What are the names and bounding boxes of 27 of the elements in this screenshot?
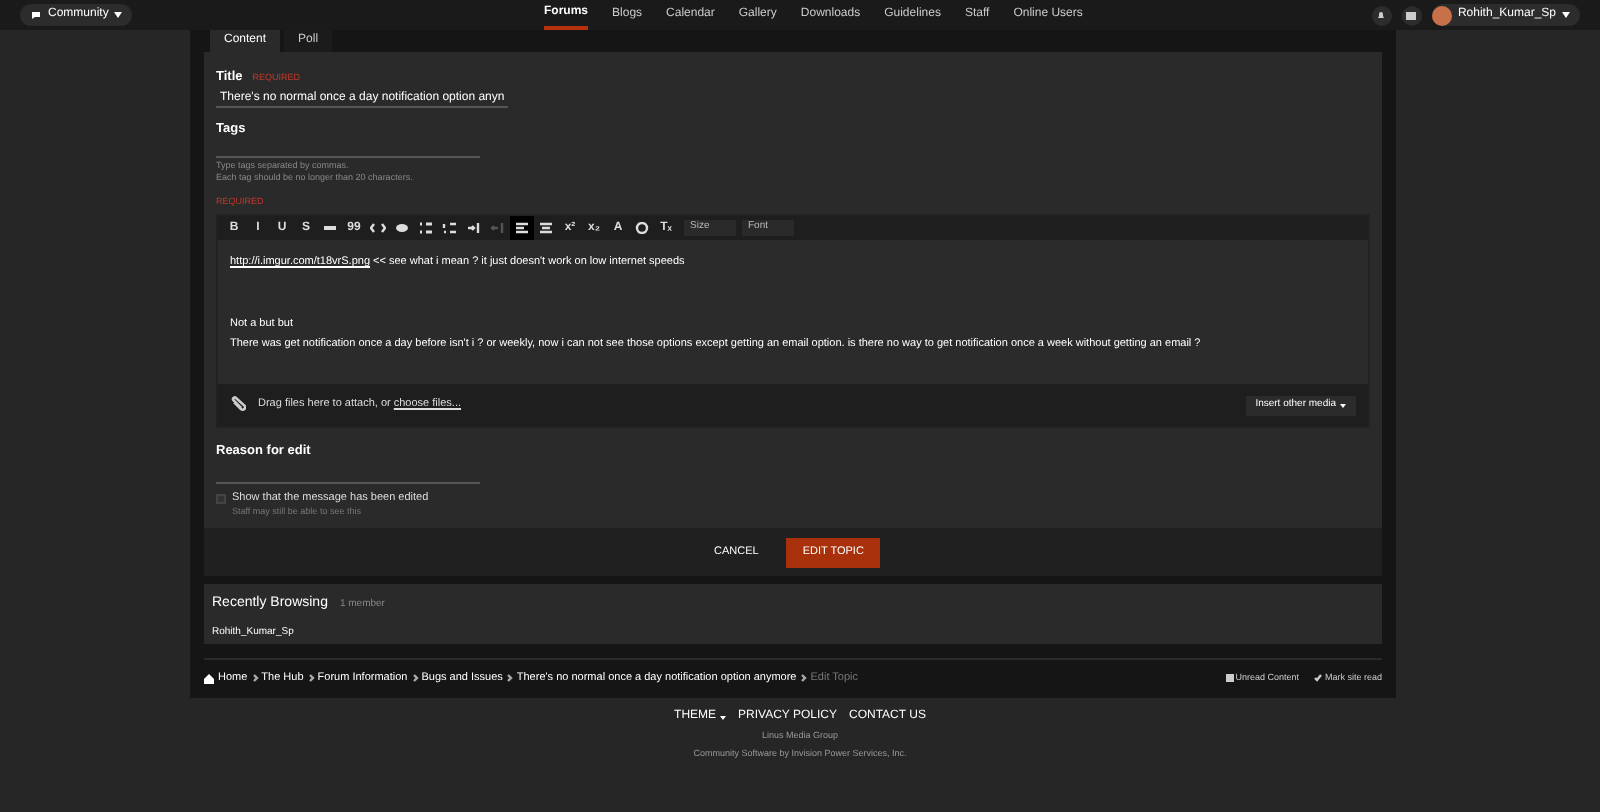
code-icon: [370, 222, 386, 234]
align-left-icon: [514, 222, 530, 234]
checkbox[interactable]: [216, 493, 226, 504]
notifications-button[interactable]: [1371, 5, 1392, 25]
chevron-icon: [249, 674, 260, 683]
caret-icon: [720, 715, 727, 720]
bell-icon: [1376, 10, 1387, 20]
caret-icon: [1340, 403, 1346, 407]
chat-icon: [30, 10, 42, 20]
indent-icon: [466, 222, 482, 234]
check-icon: [1314, 674, 1323, 683]
chevron-icon: [798, 674, 809, 683]
caret-icon: [1562, 12, 1570, 18]
toolbar-button[interactable]: [630, 216, 654, 240]
messages-button[interactable]: [1401, 5, 1422, 25]
paperclip-icon: [230, 396, 246, 414]
caret-icon: [114, 12, 123, 18]
chevron-icon: [305, 674, 316, 683]
chevron-icon: [409, 674, 420, 683]
toolbar-button[interactable]: [510, 216, 534, 240]
align-center-icon: [538, 222, 554, 234]
outdent-icon: [490, 222, 506, 234]
home-icon: [204, 673, 214, 684]
chevron-icon: [504, 674, 515, 683]
bullets-icon: [418, 222, 434, 234]
avatar: [1431, 5, 1452, 25]
numbers-icon: [442, 222, 458, 234]
